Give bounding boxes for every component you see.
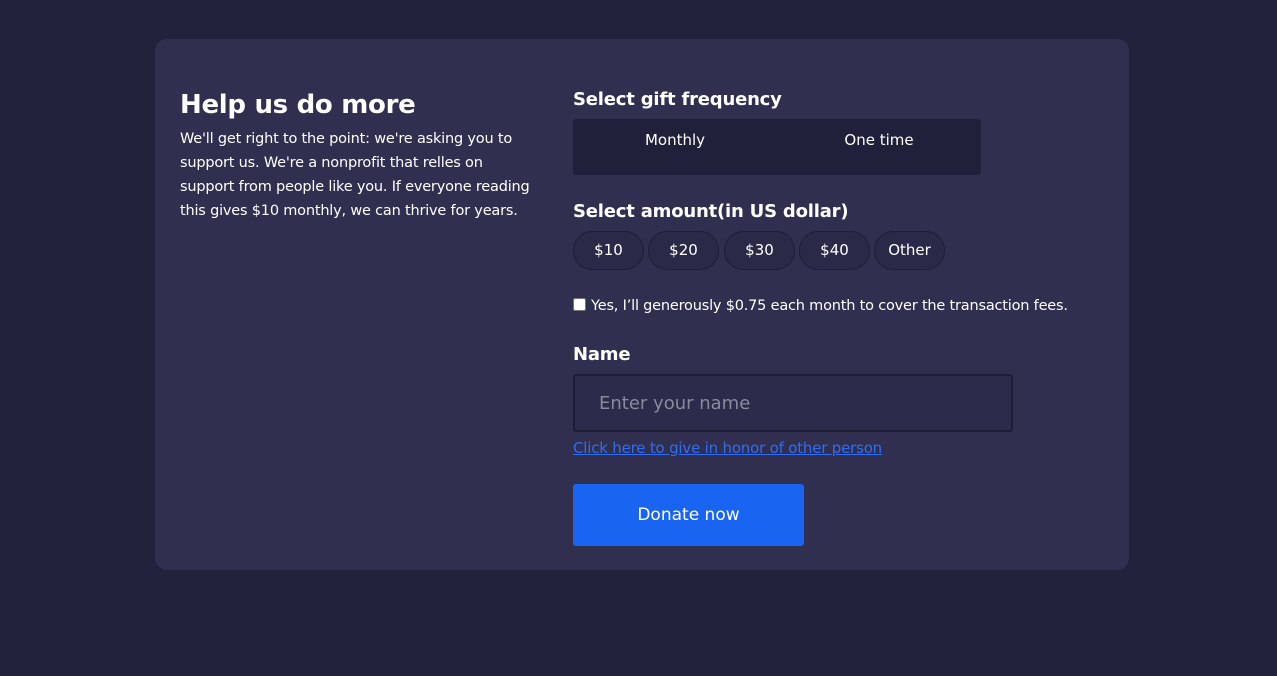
amount-button-other[interactable]: Other — [874, 231, 945, 270]
fee-label: Yes, I’ll generously $0.75 each month to… — [591, 298, 1068, 314]
amount-button-10[interactable]: $10 — [573, 231, 644, 270]
fee-checkbox[interactable] — [573, 298, 586, 311]
frequency-title: Select gift frequency — [573, 89, 782, 110]
name-title: Name — [573, 344, 631, 365]
amount-button-30[interactable]: $30 — [724, 231, 795, 270]
frequency-option-monthly[interactable]: Monthly — [573, 129, 777, 151]
amount-button-40[interactable]: $40 — [799, 231, 870, 270]
frequency-toggle: Monthly One time — [573, 119, 981, 175]
donation-card: Help us do more We'll get right to the p… — [155, 39, 1129, 570]
donation-form: Select gift frequency Monthly One time S… — [573, 39, 1113, 570]
honor-link[interactable]: Click here to give in honor of other per… — [573, 437, 882, 459]
amount-title: Select amount(in US dollar) — [573, 201, 849, 222]
page-title: Help us do more — [180, 90, 416, 120]
intro-text: We'll get right to the point: we're aski… — [180, 131, 530, 219]
intro-section: Help us do more We'll get right to the p… — [180, 89, 540, 223]
fee-option: Yes, I’ll generously $0.75 each month to… — [573, 295, 1068, 317]
name-input[interactable] — [573, 374, 1013, 432]
frequency-option-one-time[interactable]: One time — [777, 129, 981, 151]
amount-button-20[interactable]: $20 — [648, 231, 719, 270]
donate-button[interactable]: Donate now — [573, 484, 804, 546]
